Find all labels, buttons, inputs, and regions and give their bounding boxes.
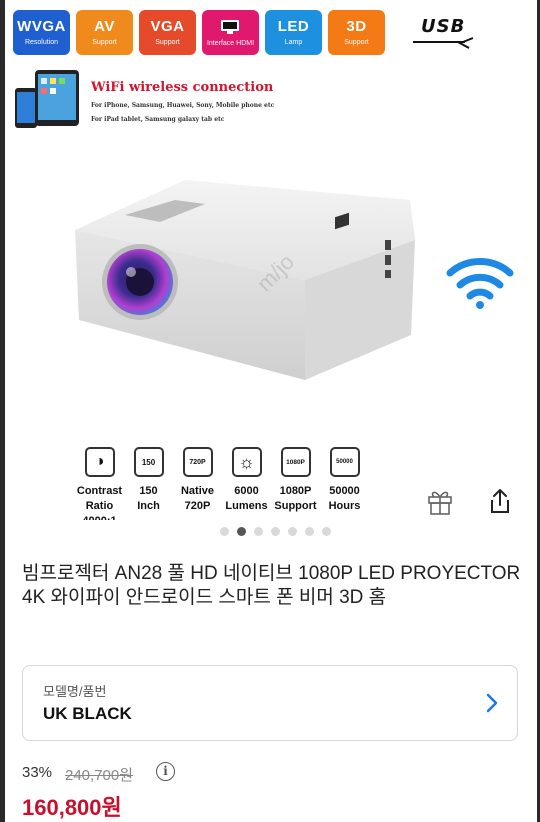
spec-screen-size: 150 150 Inch bbox=[124, 447, 173, 520]
spec-lamp-hours: 50000 50000 Hours bbox=[320, 447, 369, 520]
chevron-right-icon bbox=[486, 693, 498, 713]
model-option-selector[interactable]: 모델명/품번 UK BLACK bbox=[22, 665, 518, 741]
badge-wvga: WVGA Resolution bbox=[13, 10, 70, 55]
resolution-icon: 720P bbox=[182, 447, 213, 477]
screen-size-icon: 150 bbox=[133, 447, 164, 477]
carousel-dot[interactable] bbox=[253, 527, 263, 536]
carousel-dot[interactable] bbox=[287, 527, 297, 536]
spec-list: ◑ Contrast Ratio 4000:1 150 150 Inch 720… bbox=[75, 447, 369, 520]
devices-icon bbox=[15, 70, 79, 128]
wifi-banner-title: WiFi wireless connection bbox=[91, 80, 274, 95]
devices-illustration bbox=[13, 68, 83, 130]
spec-native-resolution: 720P Native 720P bbox=[173, 447, 222, 520]
spec-lumens: ☼ 6000 Lumens bbox=[222, 447, 271, 520]
model-option-value: UK BLACK bbox=[43, 704, 132, 723]
badge-hdmi: Interface HDMI bbox=[202, 10, 259, 55]
hdmi-icon bbox=[220, 19, 239, 34]
share-button[interactable] bbox=[483, 484, 517, 518]
projector-image bbox=[65, 170, 425, 400]
hd-support-icon: 1080P bbox=[280, 447, 311, 477]
usb-logo: USB bbox=[403, 16, 475, 50]
badge-vga: VGA Support bbox=[139, 10, 196, 55]
carousel-dot[interactable] bbox=[270, 527, 280, 536]
projector-illustration bbox=[75, 180, 415, 380]
original-price: 240,700원 bbox=[65, 767, 134, 784]
product-image-carousel[interactable]: WVGA Resolution AV Support VGA Support I… bbox=[5, 0, 537, 520]
carousel-dot[interactable] bbox=[304, 527, 314, 536]
brightness-icon: ☼ bbox=[231, 447, 262, 477]
gift-button[interactable] bbox=[423, 484, 457, 518]
contrast-icon: ◑ bbox=[84, 447, 115, 477]
spec-1080p-support: 1080P 1080P Support bbox=[271, 447, 320, 520]
badge-3d: 3D Support bbox=[328, 10, 385, 55]
wifi-banner-line2: For iPad tablet, Samsung galaxy tab etc bbox=[91, 116, 225, 123]
carousel-dot[interactable] bbox=[321, 527, 331, 536]
sale-price: 160,800원 bbox=[22, 795, 122, 820]
product-title: 빔프로젝터 AN28 풀 HD 네이티브 1080P LED PROYECTOR… bbox=[22, 563, 521, 608]
model-option-label: 모델명/품번 bbox=[43, 684, 107, 699]
badge-led: LED Lamp bbox=[265, 10, 322, 55]
share-icon bbox=[491, 489, 509, 513]
badge-av: AV Support bbox=[76, 10, 133, 55]
wifi-banner-line1: For iPhone, Samsung, Huawei, Sony, Mobil… bbox=[91, 102, 275, 109]
price-info-icon[interactable]: i bbox=[156, 762, 175, 781]
carousel-indicator bbox=[0, 527, 540, 536]
discount-rate: 33% bbox=[22, 764, 53, 781]
carousel-dot[interactable] bbox=[219, 527, 229, 536]
carousel-dot[interactable] bbox=[236, 527, 246, 536]
gift-icon bbox=[428, 491, 452, 515]
feature-badges: WVGA Resolution AV Support VGA Support I… bbox=[13, 10, 385, 55]
spec-contrast: ◑ Contrast Ratio 4000:1 bbox=[75, 447, 124, 520]
wifi-signal-icon bbox=[445, 255, 515, 310]
lamp-hours-icon: 50000 bbox=[329, 447, 360, 477]
